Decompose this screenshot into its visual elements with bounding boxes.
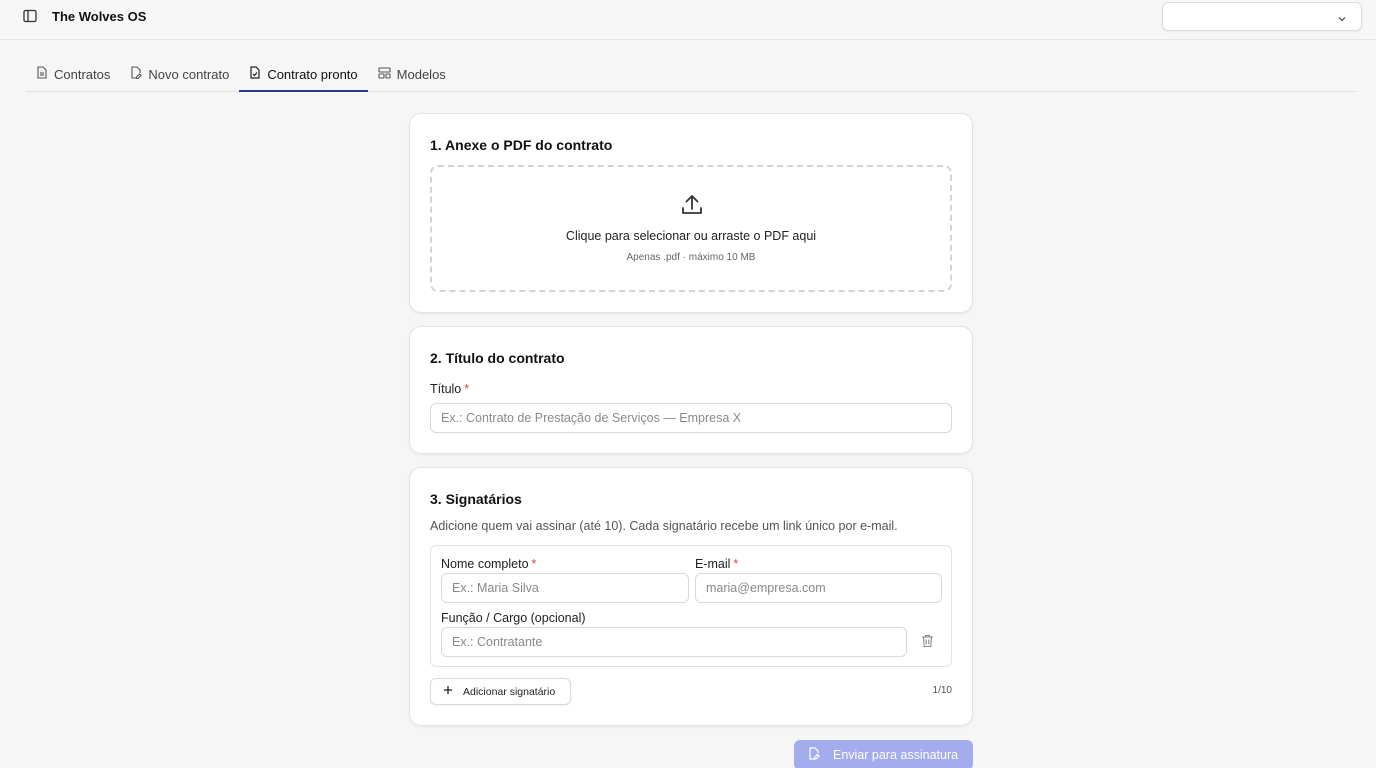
tab-contrato-pronto[interactable]: Contrato pronto xyxy=(239,58,368,92)
pdf-dropzone[interactable]: Clique para selecionar ou arraste o PDF … xyxy=(430,165,952,292)
signers-description: Adicione quem vai assinar (até 10). Cada… xyxy=(430,519,898,533)
signer-name-input[interactable] xyxy=(441,573,689,603)
name-field-label: Nome completo * xyxy=(441,557,536,571)
file-signature-icon xyxy=(808,747,821,763)
title-field-label: Título * xyxy=(430,382,469,396)
tab-label: Contrato pronto xyxy=(267,66,358,82)
dropzone-instruction: Clique para selecionar ou arraste o PDF … xyxy=(565,229,817,243)
signers-card: 3. Signatários Adicione quem vai assinar… xyxy=(409,467,973,726)
title-card-title: 2. Título do contrato xyxy=(430,350,565,366)
email-label-text: E-mail xyxy=(695,557,731,571)
required-mark: * xyxy=(733,557,739,571)
signer-email-input[interactable] xyxy=(695,573,942,603)
required-mark: * xyxy=(531,557,537,571)
name-label-text: Nome completo xyxy=(441,557,529,571)
send-for-signature-label: Enviar para assinatura xyxy=(833,748,959,762)
role-field-label: Função / Cargo (opcional) xyxy=(441,611,586,625)
layout-template-icon xyxy=(378,66,391,82)
chevron-down-icon xyxy=(1337,11,1347,29)
contract-title-input[interactable] xyxy=(430,403,952,433)
plus-icon xyxy=(443,685,453,698)
add-signer-label: Adicionar signatário xyxy=(463,685,556,698)
title-label-text: Título xyxy=(430,382,462,396)
tab-label: Modelos xyxy=(396,66,446,82)
sidebar-toggle-icon[interactable] xyxy=(22,9,38,23)
tab-label: Novo contrato xyxy=(148,66,230,82)
trash-icon[interactable] xyxy=(921,634,934,653)
upload-card-title: 1. Anexe o PDF do contrato xyxy=(430,137,613,153)
file-edit-icon xyxy=(130,66,143,82)
org-select[interactable] xyxy=(1162,2,1362,31)
dropzone-hint: Apenas .pdf · máximo 10 MB xyxy=(626,252,756,263)
signer-entry: Nome completo* E-mail* Função / Cargo (o… xyxy=(430,545,952,667)
signer-counter: 1/10 xyxy=(932,685,952,696)
file-check-icon xyxy=(249,66,261,82)
app-title: The Wolves OS xyxy=(52,9,147,24)
signers-card-title: 3. Signatários xyxy=(430,491,522,507)
upload-card: 1. Anexe o PDF do contrato Clique para s… xyxy=(409,113,973,313)
tab-novo-contrato[interactable]: Novo contrato xyxy=(120,58,239,92)
title-card: 2. Título do contrato Título * xyxy=(409,326,973,454)
file-text-icon xyxy=(36,66,48,82)
signer-role-input[interactable] xyxy=(441,627,907,657)
tab-contratos[interactable]: Contratos xyxy=(26,58,120,92)
tab-label: Contratos xyxy=(54,66,111,82)
add-signer-button[interactable]: Adicionar signatário xyxy=(430,678,571,705)
tab-modelos[interactable]: Modelos xyxy=(368,58,456,92)
send-for-signature-button[interactable]: Enviar para assinatura xyxy=(794,740,973,768)
email-field-label: E-mail * xyxy=(695,557,738,571)
top-bar: The Wolves OS xyxy=(0,0,1376,40)
tab-bar: Contratos Novo contrato Contrato pronto … xyxy=(26,58,1356,92)
required-mark: * xyxy=(464,382,470,396)
upload-icon xyxy=(680,193,704,222)
